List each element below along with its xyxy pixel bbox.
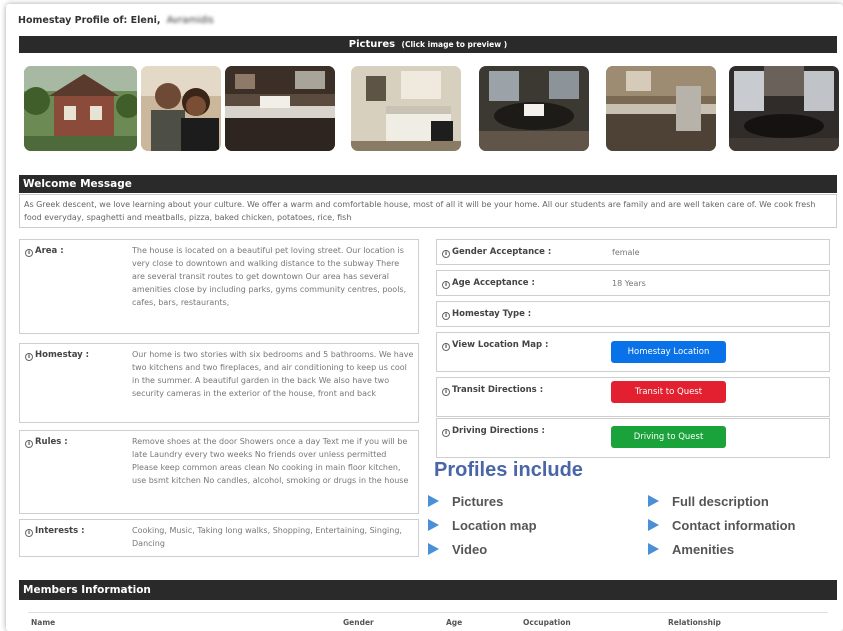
welcome-text: As Greek descent, we love learning about… xyxy=(19,194,837,228)
pictures-title: Pictures xyxy=(348,39,396,50)
map-label: i View Location Map : xyxy=(442,340,548,351)
transit-to-quest-button[interactable]: Transit to Quest xyxy=(611,381,726,403)
feature-pictures: Pictures xyxy=(428,494,503,509)
profiles-include-title: Profiles include xyxy=(434,459,583,481)
welcome-title: Welcome Message xyxy=(23,178,132,190)
info-icon: i xyxy=(25,529,33,537)
photo-living-room[interactable] xyxy=(729,66,839,151)
photo-kitchen[interactable] xyxy=(225,66,335,151)
type-box: i Homestay Type : xyxy=(436,301,830,327)
info-icon: i xyxy=(25,249,33,257)
info-icon: i xyxy=(25,440,33,448)
photo-kitchen-2[interactable] xyxy=(606,66,716,151)
age-label: i Age Acceptance : xyxy=(442,278,535,289)
column-gender: Gender xyxy=(343,618,374,627)
column-relationship: Relationship xyxy=(668,618,721,627)
info-icon: i xyxy=(442,388,450,396)
homestay-value: Our home is two stories with six bedroom… xyxy=(132,350,414,398)
photo-dining-room[interactable] xyxy=(479,66,589,151)
arrow-icon xyxy=(428,543,439,555)
rules-box: i Rules : Remove shoes at the door Shower… xyxy=(19,430,419,514)
profile-heading: Homestay Profile of: Eleni, Avramidis xyxy=(18,15,214,26)
welcome-header: Welcome Message xyxy=(19,175,837,193)
driving-label: i Driving Directions : xyxy=(442,426,545,437)
feature-location-map: Location map xyxy=(428,518,537,533)
interests-value: Cooking, Music, Taking long walks, Shopp… xyxy=(132,526,402,548)
photo-hosts[interactable] xyxy=(141,66,221,151)
arrow-icon xyxy=(648,543,659,555)
members-title: Members Information xyxy=(23,584,151,596)
homestay-label: i Homestay : xyxy=(25,350,89,361)
column-name: Name xyxy=(31,618,56,627)
info-icon: i xyxy=(442,312,450,320)
profile-first-name: Eleni, xyxy=(130,15,161,26)
area-value: The house is located on a beautiful pet … xyxy=(132,246,407,307)
gender-box: i Gender Acceptance : female xyxy=(436,239,830,265)
column-age: Age xyxy=(446,618,463,627)
pictures-header: Pictures (Click image to preview ) xyxy=(19,36,837,53)
homestay-location-button[interactable]: Homestay Location xyxy=(611,341,726,363)
members-header: Members Information xyxy=(19,580,837,600)
info-icon: i xyxy=(25,353,33,361)
feature-amenities: Amenities xyxy=(648,542,734,557)
feature-video: Video xyxy=(428,542,487,557)
rules-value: Remove shoes at the door Showers once a … xyxy=(132,437,409,485)
arrow-icon xyxy=(648,495,659,507)
type-label: i Homestay Type : xyxy=(442,309,531,320)
area-box: i Area : The house is located on a beauti… xyxy=(19,239,419,334)
area-label: i Area : xyxy=(25,246,64,257)
info-icon: i xyxy=(442,429,450,437)
members-table-header: Name Gender Age Occupation Relationship xyxy=(28,612,828,631)
driving-to-quest-button[interactable]: Driving to Quest xyxy=(611,426,726,448)
age-box: i Age Acceptance : 18 Years xyxy=(436,270,830,296)
homestay-profile-page: Homestay Profile of: Eleni, Avramidis Pi… xyxy=(6,4,843,631)
info-icon: i xyxy=(442,343,450,351)
column-occupation: Occupation xyxy=(523,618,571,627)
interests-label: i Interests : xyxy=(25,526,85,537)
profile-last-name: Avramidis xyxy=(166,15,214,26)
arrow-icon xyxy=(428,495,439,507)
feature-contact-information: Contact information xyxy=(648,518,796,533)
transit-label: i Transit Directions : xyxy=(442,385,543,396)
age-value: 18 Years xyxy=(612,279,646,288)
feature-full-description: Full description xyxy=(648,494,769,509)
pictures-hint: (Click image to preview ) xyxy=(401,40,508,49)
gender-label: i Gender Acceptance : xyxy=(442,247,551,258)
photo-house-exterior[interactable] xyxy=(24,66,137,151)
info-icon: i xyxy=(442,250,450,258)
rules-label: i Rules : xyxy=(25,437,68,448)
info-icon: i xyxy=(442,281,450,289)
arrow-icon xyxy=(428,519,439,531)
homestay-box: i Homestay : Our home is two stories with… xyxy=(19,343,419,423)
profile-label: Homestay Profile of: xyxy=(18,15,128,26)
photo-bedroom[interactable] xyxy=(351,66,461,151)
arrow-icon xyxy=(648,519,659,531)
gender-value: female xyxy=(612,248,640,257)
interests-box: i Interests : Cooking, Music, Taking long… xyxy=(19,519,419,557)
